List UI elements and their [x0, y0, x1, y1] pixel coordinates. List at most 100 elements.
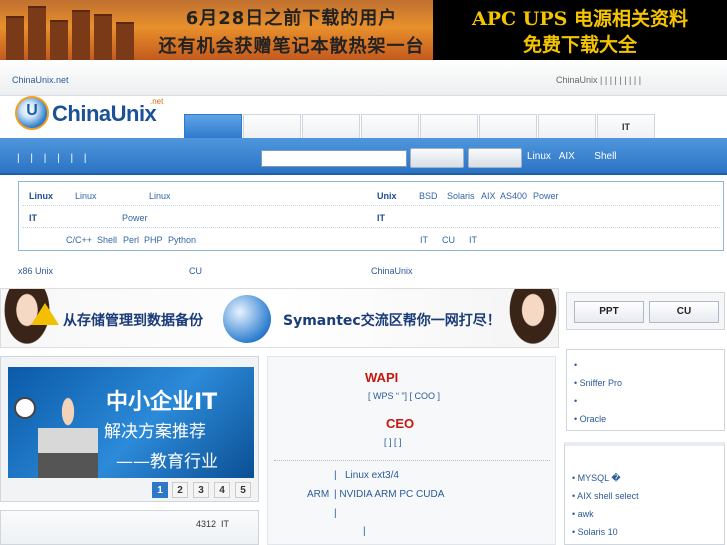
news-sublinks[interactable]: [ WPS “ ”] [ COO ]: [368, 391, 440, 401]
category-link[interactable]: Power: [533, 191, 559, 201]
clock-icon: [14, 397, 36, 419]
slide-page-2[interactable]: 2: [172, 482, 188, 498]
ad-banner-download[interactable]: 6月28日之前下载的用户 还有机会获赠笔记本散热架一台: [0, 0, 433, 60]
category-link[interactable]: Linux: [149, 191, 171, 201]
top-right-links[interactable]: ChinaUnix | | | | | | | | |: [556, 75, 641, 85]
search-bar: | | | | | | Linux AIX Shell: [0, 138, 727, 175]
cu-button[interactable]: CU: [649, 301, 719, 323]
news-headline[interactable]: WAPI: [365, 370, 398, 385]
site-home-link[interactable]: ChinaUnix.net: [12, 75, 69, 85]
hot-link-shell[interactable]: Shell: [594, 151, 616, 162]
divider: [274, 460, 550, 461]
building-graphic: [6, 16, 24, 60]
news-row-prefix[interactable]: ARM: [307, 489, 329, 500]
slide-page-5[interactable]: 5: [235, 482, 251, 498]
building-graphic: [116, 22, 134, 60]
news-panel: WAPI [ WPS “ ”] [ COO ] CEO [ ] [ ] | Li…: [267, 356, 556, 545]
list-item[interactable]: • Solaris 10: [572, 527, 618, 537]
building-graphic: [50, 20, 68, 60]
slide-page-1[interactable]: 1: [152, 482, 168, 498]
person-image: [38, 395, 98, 478]
nav-tab[interactable]: [243, 114, 301, 138]
hot-link-linux[interactable]: Linux: [527, 151, 551, 162]
news-row-prefix: |: [334, 508, 337, 519]
logo-name: ChinaUnix: [52, 101, 157, 126]
news-headline[interactable]: CEO: [386, 416, 414, 431]
list-item[interactable]: •: [574, 360, 577, 370]
building-graphic: [28, 6, 46, 60]
featured-link[interactable]: x86 Unix: [18, 266, 53, 276]
banner-apc-line2: 免费下载大全: [522, 34, 637, 56]
category-link[interactable]: PHP: [144, 235, 163, 245]
site-logo[interactable]: U ChinaUnix .net: [14, 95, 174, 135]
right-button-box: PPT CU: [566, 292, 725, 330]
ad-banner-apc[interactable]: APC UPS 电源相关资料 免费下载大全: [433, 0, 727, 60]
search-input[interactable]: [261, 150, 407, 167]
subnav-links[interactable]: | | | | | |: [17, 153, 87, 164]
hot-link-aix[interactable]: AIX: [559, 151, 575, 162]
nav-tab[interactable]: [302, 114, 360, 138]
symantec-banner-right-text: Symantec交流区帮你一网打尽！: [283, 313, 501, 329]
category-link[interactable]: Linux: [75, 191, 97, 201]
category-link[interactable]: AIX: [481, 191, 496, 201]
advanced-search-button[interactable]: [468, 148, 522, 168]
nav-tab-it[interactable]: IT: [597, 114, 655, 138]
category-link[interactable]: Shell: [97, 235, 117, 245]
list-item[interactable]: • Sniffer Pro: [574, 378, 622, 388]
category-link[interactable]: IT: [420, 235, 428, 245]
stats-count: 4312: [196, 519, 217, 529]
featured-link[interactable]: CU: [189, 266, 202, 276]
right-link-list: • • Sniffer Pro • • Oracle: [566, 349, 725, 431]
logo-suffix: .net: [150, 97, 164, 106]
category-row: Linux Linux Linux Unix BSD Solaris AIX A…: [22, 185, 720, 206]
nav-tab[interactable]: [420, 114, 478, 138]
news-sublinks[interactable]: [ ] [ ]: [384, 437, 402, 447]
logo-letter: U: [26, 102, 38, 119]
slideshow-image[interactable]: 中小企业IT 解决方案推荐 ——教育行业: [8, 367, 254, 478]
slideshow-panel: 中小企业IT 解决方案推荐 ——教育行业: [0, 356, 259, 502]
category-heading[interactable]: IT: [377, 213, 385, 223]
list-item[interactable]: •: [574, 396, 577, 406]
category-link[interactable]: IT: [469, 235, 477, 245]
nav-tab[interactable]: [479, 114, 537, 138]
nav-tab[interactable]: [361, 114, 419, 138]
person-image: [506, 289, 558, 347]
symantec-ad-banner[interactable]: 从存储管理到数据备份 Symantec交流区帮你一网打尽！: [0, 288, 559, 348]
category-link[interactable]: Perl: [123, 235, 139, 245]
banner-line1: 6月28日之前下载的用户: [185, 8, 398, 29]
top-link-bar: ChinaUnix.net ChinaUnix | | | | | | | | …: [0, 60, 727, 96]
category-heading[interactable]: Unix: [377, 191, 397, 201]
list-item[interactable]: • awk: [572, 509, 594, 519]
nav-tab-home[interactable]: [184, 114, 242, 138]
category-link[interactable]: C/C++: [66, 235, 92, 245]
featured-link[interactable]: ChinaUnix: [371, 266, 413, 276]
category-link[interactable]: Power: [122, 213, 148, 223]
banner-apc-line1: APC UPS 电源相关资料: [472, 8, 688, 30]
news-row[interactable]: | NVIDIA ARM PC CUDA: [334, 489, 444, 500]
category-heading[interactable]: IT: [29, 213, 37, 223]
news-row[interactable]: |: [363, 526, 366, 537]
building-graphic: [94, 14, 112, 60]
news-row[interactable]: Linux ext3/4: [345, 470, 399, 481]
search-button[interactable]: [410, 148, 464, 168]
news-row-prefix: |: [334, 470, 337, 481]
slide-title: 中小企业IT: [106, 390, 218, 415]
slide-page-4[interactable]: 4: [214, 482, 230, 498]
slide-caption: ——教育行业: [116, 452, 218, 472]
category-link[interactable]: BSD: [419, 191, 438, 201]
category-link[interactable]: Python: [168, 235, 196, 245]
list-item[interactable]: • AIX shell select: [572, 491, 639, 501]
building-graphic: [72, 10, 90, 60]
stats-box: 4312 IT: [0, 510, 259, 545]
category-link[interactable]: AS400: [500, 191, 527, 201]
nav-tab[interactable]: [538, 114, 596, 138]
slide-page-3[interactable]: 3: [193, 482, 209, 498]
globe-icon: [223, 295, 271, 343]
list-item[interactable]: • MYSQL �: [572, 473, 621, 484]
list-item[interactable]: • Oracle: [574, 414, 606, 424]
category-link[interactable]: Solaris: [447, 191, 475, 201]
ppt-button[interactable]: PPT: [574, 301, 644, 323]
category-heading[interactable]: Linux: [29, 191, 53, 201]
stats-label: IT: [221, 519, 229, 529]
category-link[interactable]: CU: [442, 235, 455, 245]
